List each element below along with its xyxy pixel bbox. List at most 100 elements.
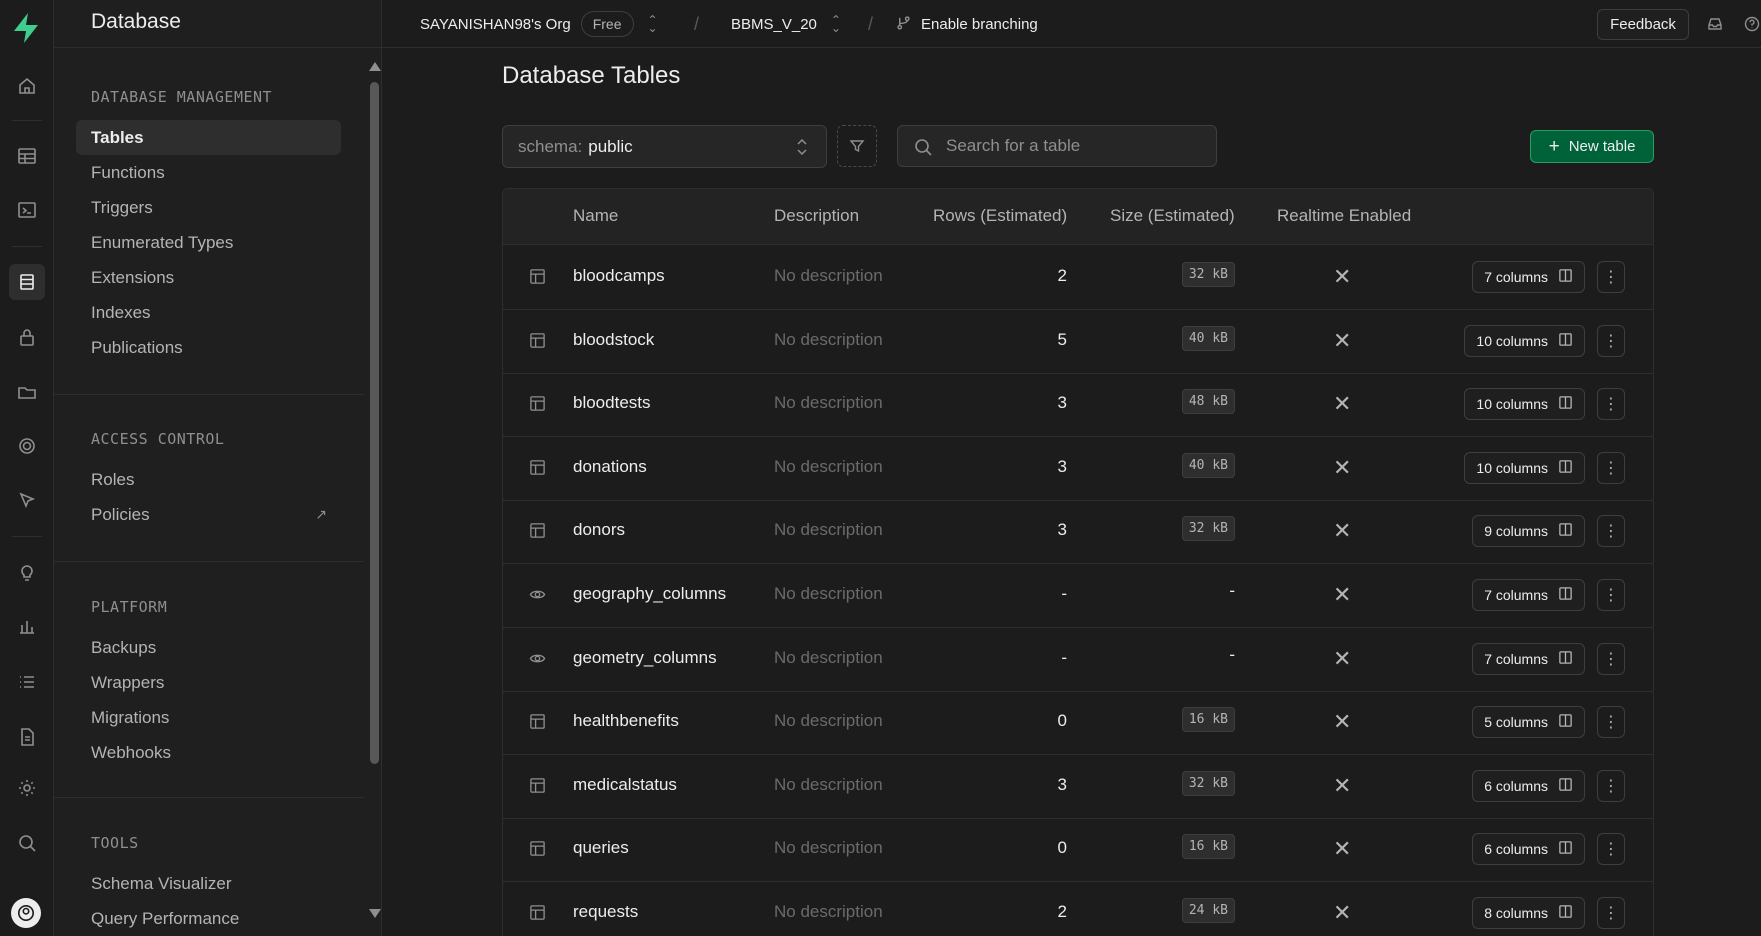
realtime-icon[interactable]: [9, 428, 45, 464]
sidebar-item-migrations[interactable]: Migrations: [76, 700, 341, 735]
view-columns-button[interactable]: 7 columns: [1472, 261, 1585, 293]
realtime-disabled-x-icon: ✕: [1333, 645, 1352, 671]
more-actions-button[interactable]: ⋮: [1597, 579, 1625, 611]
sidebar-item-wrappers[interactable]: Wrappers: [76, 665, 341, 700]
view-columns-button[interactable]: 5 columns: [1472, 706, 1585, 739]
columns-count: 5 columns: [1484, 714, 1548, 731]
view-columns-button[interactable]: 6 columns: [1472, 833, 1585, 866]
realtime-disabled-x-icon: ✕: [1333, 709, 1352, 735]
more-actions-button[interactable]: ⋮: [1597, 388, 1625, 421]
view-columns-button[interactable]: 8 columns: [1472, 897, 1585, 929]
sidebar-item-tables[interactable]: Tables: [76, 120, 341, 155]
table-name[interactable]: queries: [573, 838, 629, 858]
sidebar-section-title: DATABASE MANAGEMENT: [91, 88, 273, 106]
table-row[interactable]: queries No description 0 16 kB ✕ 6 columns ⋮: [503, 818, 1653, 883]
table-row[interactable]: requests No description 2 24 kB ✕ 8 columns ⋮: [503, 882, 1653, 936]
more-actions-button[interactable]: ⋮: [1597, 261, 1625, 293]
schema-selector[interactable]: schema: public: [502, 125, 827, 168]
project-name: BBMS_V_20: [731, 15, 817, 33]
database-icon[interactable]: [9, 264, 45, 300]
table-size-cell: 24 kB: [1181, 898, 1235, 923]
view-columns-button[interactable]: 7 columns: [1472, 642, 1585, 675]
table-row[interactable]: medicalstatus No description 3 32 kB ✕ 6 colu…: [503, 755, 1653, 819]
sidebar-item-indexes[interactable]: Indexes: [76, 295, 341, 330]
sidebar-item-query-performance[interactable]: Query Performance: [76, 901, 341, 936]
more-actions-button[interactable]: ⋮: [1597, 451, 1625, 484]
user-avatar-icon[interactable]: [11, 898, 41, 928]
sidebar-item-policies[interactable]: Policies ↗: [76, 497, 341, 532]
table-name[interactable]: donors: [573, 520, 625, 540]
filter-button[interactable]: [837, 125, 877, 167]
sidebar-item-webhooks[interactable]: Webhooks: [76, 735, 341, 770]
table-row[interactable]: bloodstock No description 5 40 kB ✕ 10 column…: [503, 310, 1653, 374]
sidebar-item-publications[interactable]: Publications: [76, 330, 341, 365]
sidebar-divider: [54, 394, 364, 395]
inbox-icon[interactable]: [1707, 0, 1723, 48]
search-icon[interactable]: [9, 825, 45, 861]
table-row[interactable]: donations No description 3 40 kB ✕ 10 columns…: [503, 437, 1653, 501]
table-row[interactable]: bloodtests No description 3 48 kB ✕ 10 column…: [503, 373, 1653, 438]
sidebar-item-extensions[interactable]: Extensions: [76, 260, 341, 295]
auth-lock-icon[interactable]: [9, 320, 45, 356]
table-row[interactable]: healthbenefits No description 0 16 kB ✕ 5 col…: [503, 691, 1653, 756]
table-search-input[interactable]: Search for a table: [897, 125, 1217, 167]
columns-icon: [1558, 904, 1573, 922]
view-columns-button[interactable]: 9 columns: [1472, 515, 1585, 548]
advisors-bulb-icon[interactable]: [9, 554, 45, 590]
table-row[interactable]: donors No description 3 32 kB ✕ 9 columns ⋮: [503, 500, 1653, 565]
more-actions-button[interactable]: ⋮: [1597, 642, 1625, 675]
sidebar-item-backups[interactable]: Backups: [76, 630, 341, 665]
view-columns-button[interactable]: 10 columns: [1464, 388, 1585, 421]
project-selector[interactable]: BBMS_V_20 ⌃ ⌄: [731, 0, 841, 48]
more-actions-button[interactable]: ⋮: [1597, 769, 1625, 802]
edge-functions-icon[interactable]: [9, 482, 45, 518]
table-name[interactable]: geometry_columns: [573, 648, 717, 668]
org-selector[interactable]: SAYANISHAN98's Org Free ⌃ ⌄: [420, 0, 658, 48]
more-vertical-icon: ⋮: [1603, 650, 1619, 668]
more-actions-button[interactable]: ⋮: [1597, 897, 1625, 929]
sidebar-item-roles[interactable]: Roles: [76, 462, 341, 497]
table-name[interactable]: geography_columns: [573, 584, 726, 604]
sidebar-item-enumerated-types[interactable]: Enumerated Types: [76, 225, 341, 260]
table-name[interactable]: bloodstock: [573, 330, 654, 350]
new-table-button[interactable]: + New table: [1530, 130, 1654, 163]
sidebar-item-schema-visualizer[interactable]: Schema Visualizer: [76, 866, 341, 901]
table-name[interactable]: donations: [573, 457, 647, 477]
table-row[interactable]: bloodcamps No description 2 32 kB ✕ 7 columns…: [503, 246, 1653, 310]
more-actions-button[interactable]: ⋮: [1597, 706, 1625, 739]
sql-editor-icon[interactable]: [9, 192, 45, 228]
table-name[interactable]: medicalstatus: [573, 775, 677, 795]
table-icon: [529, 395, 547, 413]
supabase-logo-icon[interactable]: [9, 11, 43, 45]
table-row[interactable]: geometry_columns No description - - ✕ 7 colum…: [503, 628, 1653, 692]
sidebar-item-functions[interactable]: Functions: [76, 155, 341, 190]
sidebar-section-title: ACCESS CONTROL: [91, 430, 225, 448]
api-docs-icon[interactable]: [9, 719, 45, 755]
columns-icon: [1558, 586, 1573, 604]
table-name[interactable]: healthbenefits: [573, 711, 679, 731]
more-actions-button[interactable]: ⋮: [1597, 833, 1625, 866]
view-columns-button[interactable]: 6 columns: [1472, 769, 1585, 802]
table-name[interactable]: requests: [573, 902, 638, 922]
home-icon[interactable]: [9, 68, 45, 104]
enable-branching-button[interactable]: Enable branching: [896, 0, 1038, 48]
columns-icon: [1558, 459, 1573, 477]
table-row[interactable]: geography_columns No description - - ✕ 7 colu…: [503, 564, 1653, 628]
feedback-button[interactable]: Feedback: [1597, 9, 1689, 40]
table-editor-icon[interactable]: [9, 138, 45, 174]
view-columns-button[interactable]: 10 columns: [1464, 451, 1585, 484]
table-name[interactable]: bloodcamps: [573, 266, 665, 286]
table-name[interactable]: bloodtests: [573, 393, 651, 413]
settings-gear-icon[interactable]: [9, 770, 45, 806]
sidebar-scrollbar[interactable]: [366, 60, 381, 922]
reports-icon[interactable]: [9, 608, 45, 644]
view-columns-button[interactable]: 7 columns: [1472, 579, 1585, 611]
more-actions-button[interactable]: ⋮: [1597, 515, 1625, 548]
logs-icon[interactable]: [9, 664, 45, 700]
help-icon[interactable]: [1744, 0, 1760, 48]
view-columns-button[interactable]: 10 columns: [1464, 324, 1585, 357]
more-actions-button[interactable]: ⋮: [1597, 324, 1625, 357]
table-size: 32 kB: [1181, 770, 1235, 796]
storage-icon[interactable]: [9, 374, 45, 410]
sidebar-item-triggers[interactable]: Triggers: [76, 190, 341, 225]
